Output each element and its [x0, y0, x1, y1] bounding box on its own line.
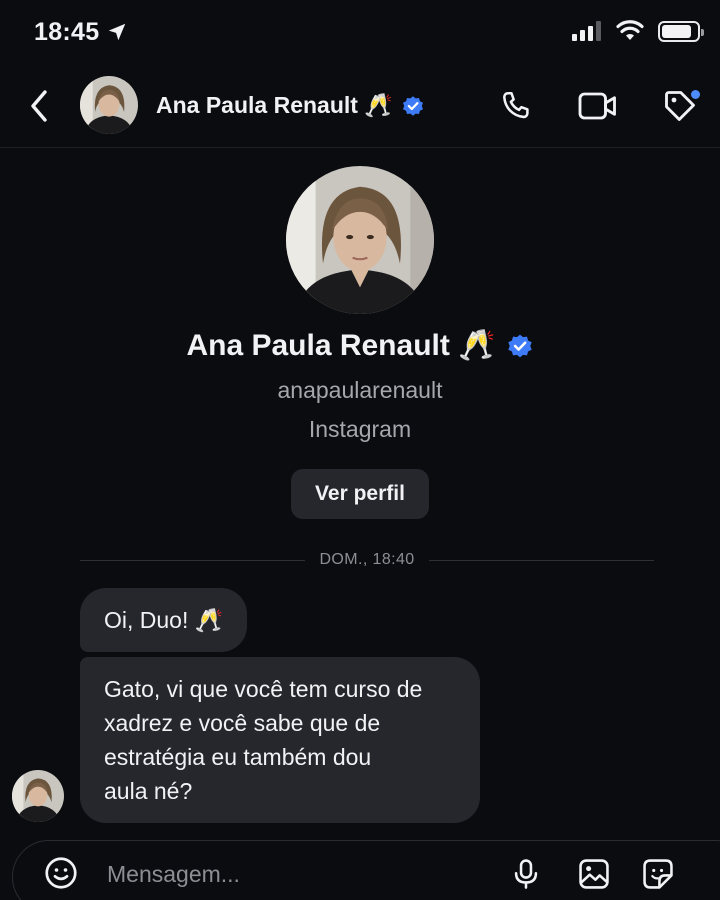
profile-source: Instagram	[308, 416, 412, 442]
phone-icon	[503, 91, 529, 119]
call-button[interactable]	[494, 84, 538, 128]
verified-badge-icon	[507, 334, 532, 357]
signal-bars-icon	[572, 21, 601, 41]
profile-name-text: Ana Paula Renault 🥂	[186, 329, 496, 362]
video-call-button[interactable]	[576, 84, 620, 128]
tag-button[interactable]	[658, 84, 702, 128]
message-bubble[interactable]: Oi, Duo! 🥂	[80, 588, 248, 652]
message-composer	[12, 840, 720, 900]
divider-line-left	[80, 559, 306, 561]
back-button[interactable]	[24, 86, 54, 126]
date-divider: DOM., 18:40	[80, 550, 655, 570]
location-arrow-icon	[108, 23, 126, 41]
voice-message-button[interactable]	[507, 855, 545, 893]
status-bar: 18:45	[0, 0, 720, 66]
message-input[interactable]	[107, 857, 487, 891]
back-chevron-icon	[31, 90, 47, 122]
sticker-button[interactable]	[639, 855, 677, 893]
view-profile-button[interactable]: Ver perfil	[291, 469, 429, 519]
verified-badge-icon	[402, 95, 423, 116]
header-contact-name[interactable]: Ana Paula Renault 🥂	[156, 92, 425, 119]
gallery-button[interactable]	[575, 855, 613, 893]
profile-handle: anapaularenault	[277, 377, 443, 403]
sender-avatar[interactable]	[12, 770, 64, 822]
notification-dot	[691, 90, 700, 99]
profile-avatar[interactable]	[286, 166, 434, 314]
divider-line-right	[428, 559, 655, 561]
emoji-button[interactable]	[43, 855, 79, 891]
microphone-icon	[514, 859, 538, 889]
emoji-icon	[45, 857, 77, 889]
sticker-icon	[643, 859, 673, 889]
header-avatar[interactable]	[80, 76, 138, 134]
message-bubble[interactable]: Gato, vi que você tem curso de xadrez e …	[80, 657, 480, 823]
gallery-icon	[579, 859, 609, 889]
status-time: 18:45	[34, 18, 100, 46]
date-label: DOM., 18:40	[319, 551, 415, 568]
wifi-icon	[616, 20, 644, 40]
profile-card: Ana Paula Renault 🥂 anapaularenault Inst…	[0, 166, 720, 519]
video-camera-icon	[578, 92, 616, 120]
profile-name: Ana Paula Renault 🥂	[0, 328, 720, 363]
header-name-text: Ana Paula Renault 🥂	[156, 92, 393, 118]
chat-header: Ana Paula Renault 🥂	[0, 66, 720, 148]
battery-icon	[658, 20, 704, 42]
